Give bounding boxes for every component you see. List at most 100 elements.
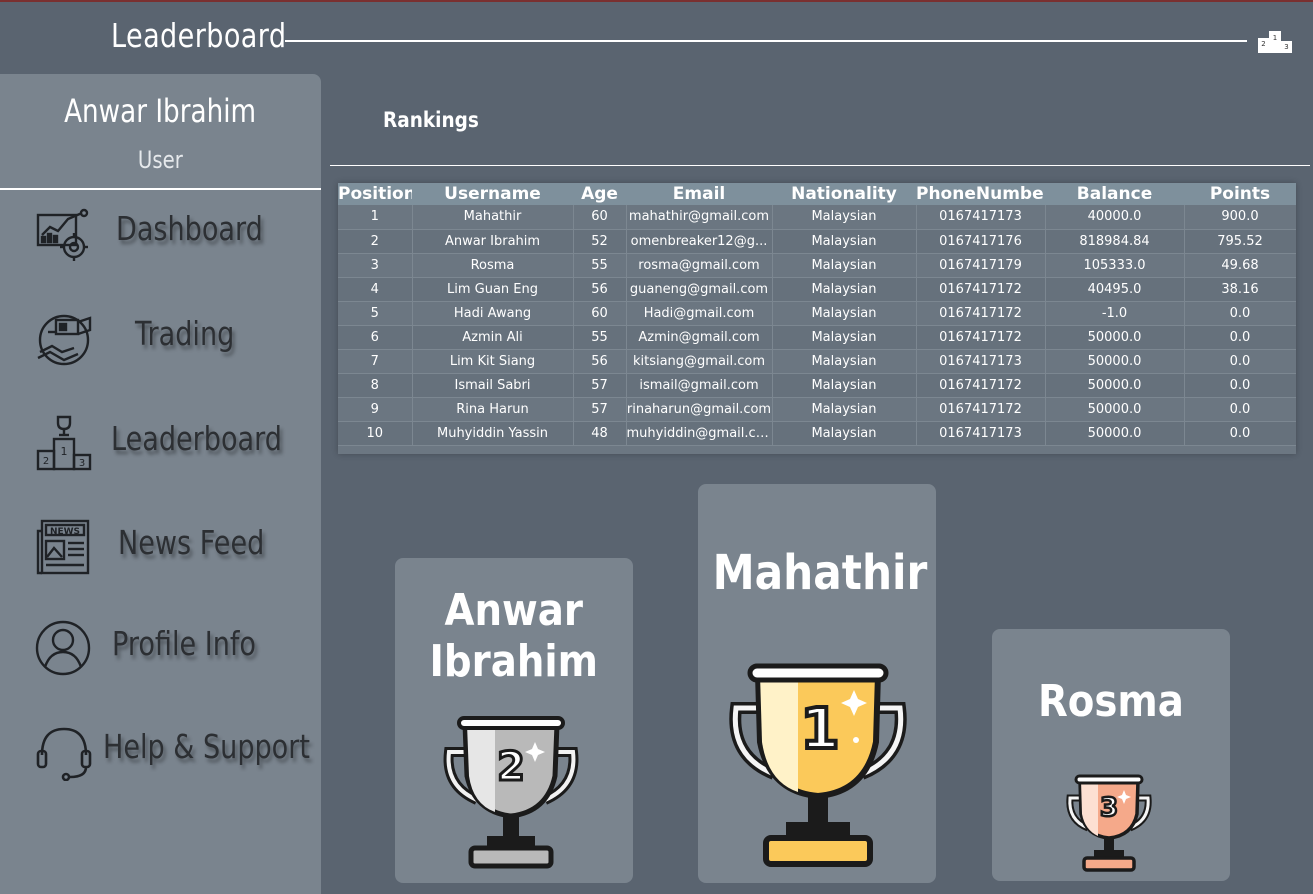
table-cell: rosma@gmail.com	[626, 253, 773, 278]
table-row[interactable]: 9 Rina Harun 57 rinaharun@gmail.com Malaysia…	[338, 397, 1296, 422]
page-title: Leaderboard	[111, 16, 287, 55]
table-cell: 55	[573, 253, 627, 278]
table-cell: Mahathir	[412, 205, 574, 230]
table-row[interactable]: 8 Ismail Sabri 57 ismail@gmail.com Malaysian…	[338, 373, 1296, 398]
table-cell: 0.0	[1184, 349, 1296, 374]
sidebar-item-label: Dashboard	[116, 209, 263, 248]
table-row[interactable]: 7 Lim Kit Siang 56 kitsiang@gmail.com Malays…	[338, 349, 1296, 374]
column-header[interactable]: Age	[573, 183, 626, 205]
table-cell: kitsiang@gmail.com	[626, 349, 773, 374]
table-cell: 8	[338, 373, 413, 398]
table-cell: 48	[573, 421, 627, 446]
sidebar-item-dashboard[interactable]: Dashboard	[0, 199, 321, 279]
sidebar-item-label: News Feed	[118, 523, 265, 562]
table-cell: 0167417173	[916, 205, 1046, 230]
rankings-table[interactable]: Position Username Age Email Nationality Phone…	[338, 183, 1296, 454]
table-cell: rinaharun@gmail.com	[626, 397, 773, 422]
table-header-row: Position Username Age Email Nationality Phone…	[338, 183, 1296, 205]
sidebar-item-label: Leaderboard	[111, 419, 282, 458]
sidebar-item-label: Trading	[135, 314, 235, 353]
table-cell: Azmin Ali	[412, 325, 574, 350]
table-cell: Malaysian	[772, 397, 917, 422]
user-name: Anwar Ibrahim	[64, 92, 257, 130]
table-cell: guaneng@gmail.com	[626, 277, 773, 302]
third-place-card: Rosma 3	[992, 629, 1230, 881]
table-cell: 0.0	[1184, 301, 1296, 326]
table-cell: 52	[573, 229, 627, 254]
table-cell: 0167417172	[916, 301, 1046, 326]
table-cell: 3	[338, 253, 413, 278]
third-place-name: Rosma	[1038, 676, 1184, 727]
second-place-rank: 2	[497, 744, 525, 790]
table-cell: Malaysian	[772, 325, 917, 350]
svg-text:2: 2	[43, 456, 49, 467]
table-cell: ismail@gmail.com	[626, 373, 773, 398]
table-cell: muhyiddin@gmail.com	[626, 421, 773, 446]
table-cell: mahathir@gmail.com	[626, 205, 773, 230]
column-header[interactable]: Position	[338, 183, 412, 205]
second-place-name: Anwar Ibrahim	[429, 585, 599, 687]
table-cell: 0167417172	[916, 397, 1046, 422]
table-row[interactable]: 2 Anwar Ibrahim 52 omenbreaker12@g... Malays…	[338, 229, 1296, 254]
table-cell: omenbreaker12@g...	[626, 229, 773, 254]
svg-text:NEWS: NEWS	[50, 527, 80, 537]
svg-text:3: 3	[1284, 43, 1288, 51]
table-row[interactable]: 6 Azmin Ali 55 Azmin@gmail.com Malaysian 0167…	[338, 325, 1296, 350]
table-cell: 55	[573, 325, 627, 350]
table-cell: Malaysian	[772, 277, 917, 302]
column-header[interactable]: Email	[626, 183, 772, 205]
sidebar-item-profile-info[interactable]: Profile Info	[0, 614, 321, 694]
table-cell: 6	[338, 325, 413, 350]
table-cell: 57	[573, 373, 627, 398]
table-cell: 818984.84	[1045, 229, 1185, 254]
table-row[interactable]: 10 Muhyiddin Yassin 48 muhyiddin@gmail.com M…	[338, 421, 1296, 446]
table-cell: Malaysian	[772, 301, 917, 326]
table-cell: Rina Harun	[412, 397, 574, 422]
table-row[interactable]: 5 Hadi Awang 60 Hadi@gmail.com Malaysian 0167…	[338, 301, 1296, 326]
svg-text:1: 1	[61, 445, 68, 458]
table-cell: 0.0	[1184, 397, 1296, 422]
table-cell: 105333.0	[1045, 253, 1185, 278]
trading-icon	[37, 314, 92, 366]
third-place-rank: 3	[1100, 793, 1118, 823]
table-cell: Anwar Ibrahim	[412, 229, 574, 254]
table-cell: 50000.0	[1045, 325, 1185, 350]
table-cell: 0.0	[1184, 325, 1296, 350]
column-header[interactable]: Username	[412, 183, 573, 205]
table-row[interactable]: 3 Rosma 55 rosma@gmail.com Malaysian 01674171…	[338, 253, 1296, 278]
table-cell: 60	[573, 301, 627, 326]
table-cell: 0167417173	[916, 421, 1046, 446]
table-cell: 0167417172	[916, 277, 1046, 302]
sidebar-item-news-feed[interactable]: NEWS News Feed	[0, 511, 321, 591]
table-cell: Azmin@gmail.com	[626, 325, 773, 350]
column-header[interactable]: Points	[1184, 183, 1296, 205]
table-cell: 0167417179	[916, 253, 1046, 278]
table-row[interactable]: 1 Mahathir 60 mahathir@gmail.com Malaysian 01…	[338, 205, 1296, 230]
table-cell: 0.0	[1184, 421, 1296, 446]
column-header[interactable]: Balance	[1045, 183, 1184, 205]
rankings-title: Rankings	[383, 108, 479, 132]
table-cell: 49.68	[1184, 253, 1296, 278]
svg-text:2: 2	[1261, 40, 1265, 48]
first-place-rank: 1	[801, 697, 840, 762]
table-row[interactable]: 4 Lim Guan Eng 56 guaneng@gmail.com Malaysia…	[338, 277, 1296, 302]
sidebar-item-leaderboard[interactable]: 1 2 3 Leaderboard	[0, 407, 321, 487]
table-cell: Lim Kit Siang	[412, 349, 574, 374]
sidebar-item-help-support[interactable]: Help & Support	[0, 717, 321, 797]
table-cell: 57	[573, 397, 627, 422]
sidebar-item-trading[interactable]: Trading	[0, 302, 321, 382]
second-place-card: Anwar Ibrahim 2	[395, 558, 633, 883]
column-header[interactable]: PhoneNumber	[916, 183, 1045, 205]
table-cell: -1.0	[1045, 301, 1185, 326]
silver-trophy-icon: 2	[443, 716, 579, 869]
dashboard-icon	[36, 208, 89, 261]
table-cell: 50000.0	[1045, 397, 1185, 422]
first-place-card: Mahathir 1	[698, 484, 936, 883]
column-header[interactable]: Nationality	[772, 183, 916, 205]
table-cell: 40495.0	[1045, 277, 1185, 302]
table-cell: Malaysian	[772, 229, 917, 254]
table-cell: 2	[338, 229, 413, 254]
first-place-name: Mahathir	[712, 545, 928, 601]
sidebar-item-label: Help & Support	[103, 727, 310, 766]
podium-icon: 1 2 3	[1258, 31, 1292, 53]
